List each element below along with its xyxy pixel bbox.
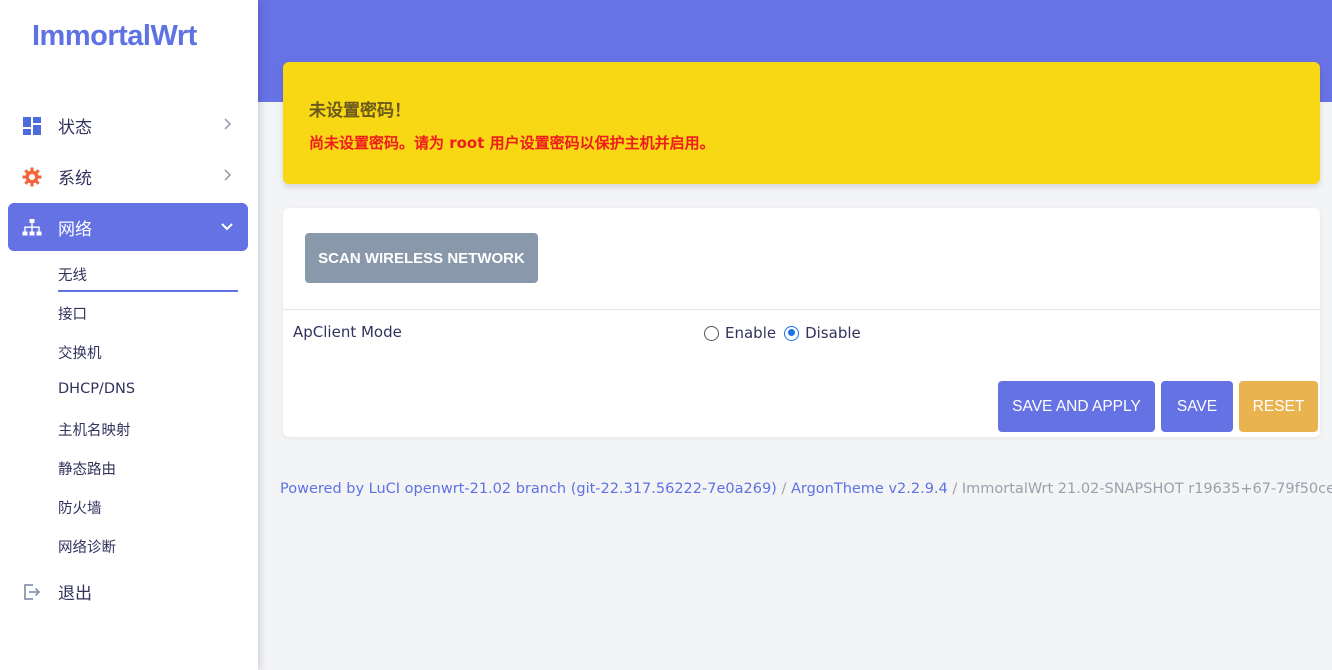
brand-logo[interactable]: ImmortalWrt bbox=[32, 20, 197, 53]
firmware-version: ImmortalWrt 21.02-SNAPSHOT r19635+67-79f… bbox=[961, 481, 1332, 497]
sidebar: ImmortalWrt 状态 系统 网络 无线 接口 交换机 DHCP/DNS … bbox=[0, 0, 258, 670]
nav-label-system: 系统 bbox=[58, 168, 92, 189]
password-alert: 未设置密码！ 尚未设置密码。请为 root 用户设置密码以保护主机并启用。 bbox=[283, 62, 1320, 184]
sidebar-item-interfaces[interactable]: 接口 bbox=[58, 303, 87, 324]
nav-label-network: 网络 bbox=[58, 219, 92, 240]
divider bbox=[283, 309, 1320, 310]
save-and-apply-button[interactable]: SAVE AND APPLY bbox=[998, 381, 1155, 432]
sidebar-item-static-routes[interactable]: 静态路由 bbox=[58, 458, 116, 479]
argon-theme-link[interactable]: ArgonTheme v2.2.9.4 bbox=[791, 481, 948, 497]
wireless-card: SCAN WIRELESS NETWORK ApClient Mode Enab… bbox=[283, 208, 1320, 437]
sidebar-item-diagnostics[interactable]: 网络诊断 bbox=[58, 536, 116, 557]
footer-separator: / bbox=[781, 481, 787, 497]
chevron-down-icon bbox=[221, 223, 233, 231]
footer: Powered by LuCI openwrt-21.02 branch (gi… bbox=[280, 481, 1332, 497]
sign-out-icon bbox=[24, 584, 41, 600]
active-indicator bbox=[58, 290, 238, 292]
radio-disable-label[interactable]: Disable bbox=[805, 324, 861, 342]
nav-label-logout: 退出 bbox=[58, 583, 92, 604]
dashboard-icon bbox=[23, 117, 41, 135]
sidebar-item-hostnames[interactable]: 主机名映射 bbox=[58, 419, 131, 440]
sitemap-icon bbox=[22, 219, 42, 236]
luci-link[interactable]: Powered by LuCI openwrt-21.02 branch (gi… bbox=[280, 481, 777, 497]
sidebar-item-switch[interactable]: 交换机 bbox=[58, 342, 102, 363]
nav-item-logout[interactable]: 退出 bbox=[8, 567, 248, 615]
alert-message: 尚未设置密码。请为 root 用户设置密码以保护主机并启用。 bbox=[309, 134, 715, 152]
sidebar-item-firewall[interactable]: 防火墙 bbox=[58, 497, 102, 518]
chevron-right-icon bbox=[224, 169, 232, 181]
nav-item-status[interactable]: 状态 bbox=[8, 101, 248, 149]
chevron-right-icon bbox=[224, 118, 232, 130]
nav-item-system[interactable]: 系统 bbox=[8, 152, 248, 200]
apclient-mode-label: ApClient Mode bbox=[293, 323, 402, 341]
save-button[interactable]: SAVE bbox=[1161, 381, 1233, 432]
alert-title: 未设置密码！ bbox=[309, 101, 411, 121]
nav-item-network[interactable]: 网络 bbox=[8, 203, 248, 251]
nav-label-status: 状态 bbox=[58, 117, 92, 138]
scan-wireless-button[interactable]: SCAN WIRELESS NETWORK bbox=[305, 233, 538, 283]
apclient-mode-radio-group: Enable Disable bbox=[704, 324, 869, 342]
reset-button[interactable]: RESET bbox=[1239, 381, 1318, 432]
sidebar-item-dhcp-dns[interactable]: DHCP/DNS bbox=[58, 381, 135, 397]
gear-icon bbox=[22, 167, 42, 187]
radio-disable[interactable] bbox=[784, 325, 800, 341]
radio-enable[interactable] bbox=[704, 325, 719, 341]
footer-separator: / bbox=[952, 481, 958, 497]
radio-enable-label[interactable]: Enable bbox=[725, 324, 776, 342]
sidebar-item-wireless[interactable]: 无线 bbox=[58, 264, 87, 285]
